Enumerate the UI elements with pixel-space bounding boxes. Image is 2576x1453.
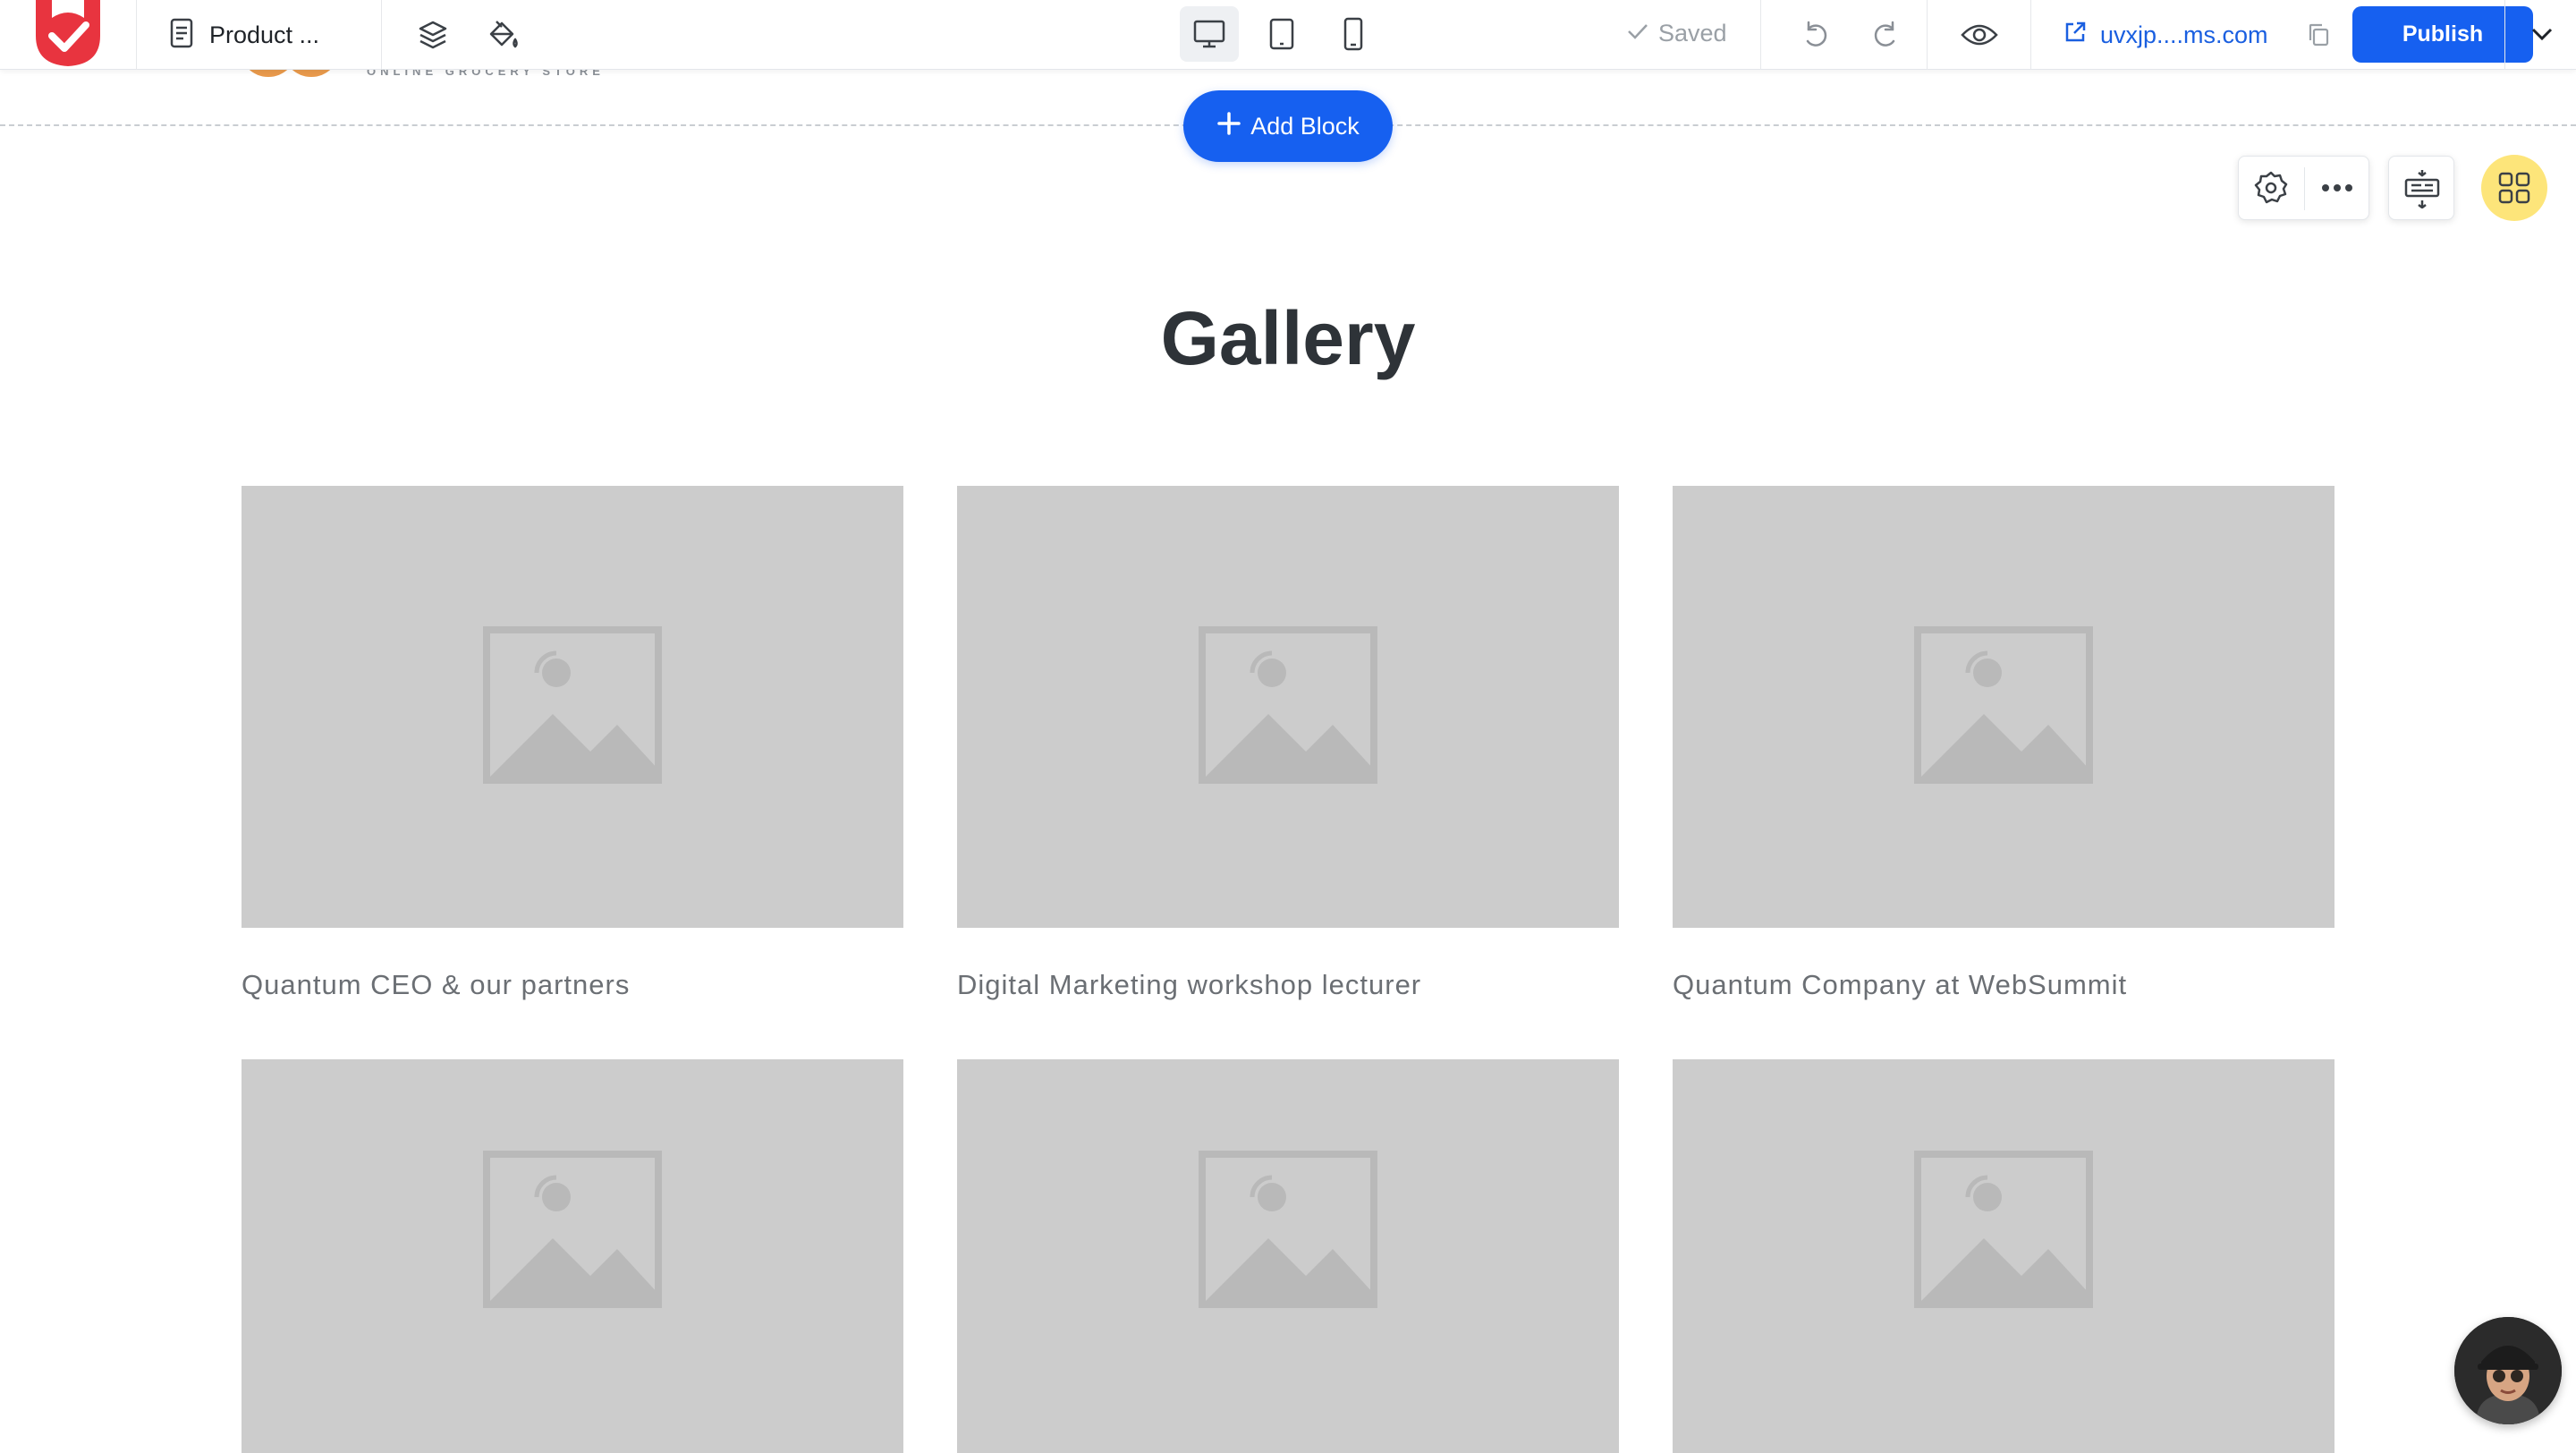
gallery-caption: Quantum Company at WebSummit xyxy=(1673,969,2128,1000)
block-toolbar xyxy=(2238,156,2369,220)
mobile-icon xyxy=(1343,17,1364,51)
toolbar-divider xyxy=(136,0,137,70)
undo-button[interactable] xyxy=(1794,14,1837,55)
chevron-down-icon xyxy=(2530,27,2554,41)
add-block-label: Add Block xyxy=(1250,112,1360,140)
support-chat-avatar[interactable] xyxy=(2454,1317,2562,1424)
layers-button[interactable] xyxy=(411,14,454,55)
gallery-item[interactable] xyxy=(1673,1059,2334,1453)
gallery-item[interactable]: Quantum CEO & our partners xyxy=(242,486,903,1001)
toolbar-divider xyxy=(1760,0,1761,70)
check-icon xyxy=(1626,20,1649,47)
image-placeholder-icon xyxy=(483,1150,662,1313)
tablet-icon xyxy=(1268,18,1295,50)
apps-button[interactable] xyxy=(2481,155,2547,221)
image-placeholder[interactable] xyxy=(1673,486,2334,928)
toolbar-divider xyxy=(1927,0,1928,70)
image-placeholder[interactable] xyxy=(242,1059,903,1453)
gallery-item[interactable]: Quantum Company at WebSummit xyxy=(1673,486,2334,1001)
preview-button[interactable] xyxy=(1955,13,2004,57)
add-block-button[interactable]: Add Block xyxy=(1183,90,1393,162)
gallery-item[interactable] xyxy=(957,1059,1619,1453)
publish-options-button[interactable] xyxy=(2522,14,2562,54)
toolbar-divider xyxy=(2504,0,2505,70)
toolbar-divider xyxy=(2030,0,2031,70)
copy-link-button[interactable] xyxy=(2301,18,2336,52)
eye-icon xyxy=(1961,22,1998,47)
block-settings-button[interactable] xyxy=(2244,162,2298,214)
layers-icon xyxy=(417,19,449,51)
mobile-view-button[interactable] xyxy=(1324,6,1383,62)
image-placeholder[interactable] xyxy=(242,486,903,928)
gallery-item[interactable] xyxy=(242,1059,903,1453)
image-placeholder-icon xyxy=(483,625,662,788)
image-placeholder-icon xyxy=(1914,1150,2093,1313)
gallery-item[interactable]: Digital Marketing workshop lecturer xyxy=(957,486,1619,1001)
gallery-caption: Digital Marketing workshop lecturer xyxy=(957,969,1422,1000)
block-more-button[interactable] xyxy=(2310,162,2364,214)
layout-icon xyxy=(2403,169,2441,213)
tablet-view-button[interactable] xyxy=(1252,6,1311,62)
image-placeholder[interactable] xyxy=(1673,1059,2334,1453)
image-placeholder-icon xyxy=(1914,625,2093,788)
paint-bucket-icon xyxy=(486,18,520,52)
redo-icon xyxy=(1870,20,1901,50)
theme-button[interactable] xyxy=(481,14,524,55)
page-selector[interactable]: Product ... xyxy=(170,13,319,57)
save-status: Saved xyxy=(1626,20,1727,47)
saved-label: Saved xyxy=(1658,20,1727,47)
block-layout-button[interactable] xyxy=(2388,156,2454,220)
image-placeholder[interactable] xyxy=(957,486,1619,928)
domain-text: uvxjp....ms.com xyxy=(2100,21,2268,48)
publish-button[interactable]: Publish xyxy=(2352,6,2533,63)
desktop-view-button[interactable] xyxy=(1180,6,1239,62)
more-icon xyxy=(2321,183,2353,192)
image-placeholder-icon xyxy=(1199,625,1377,788)
page-name: Product ... xyxy=(209,21,320,48)
toolbar-divider xyxy=(381,0,382,70)
redo-button[interactable] xyxy=(1864,14,1907,55)
apps-grid-icon xyxy=(2498,172,2530,208)
image-placeholder[interactable] xyxy=(957,1059,1619,1453)
editor-toolbar: Product ... Saved uvxjp....ms.com Publis… xyxy=(0,0,2576,70)
undo-icon xyxy=(1801,20,1831,50)
site-domain-link[interactable]: uvxjp....ms.com xyxy=(2063,20,2268,51)
gallery-title: Gallery xyxy=(1160,296,1416,380)
desktop-icon xyxy=(1192,19,1226,49)
page-icon xyxy=(170,18,193,53)
image-placeholder-icon xyxy=(1199,1150,1377,1313)
copy-icon xyxy=(2307,22,2330,47)
external-link-icon xyxy=(2063,20,2088,51)
logo-icon[interactable] xyxy=(32,0,104,68)
block-toolbar-divider xyxy=(2304,167,2305,210)
gallery-caption: Quantum CEO & our partners xyxy=(242,969,631,1000)
plus-icon xyxy=(1216,111,1241,142)
gear-icon xyxy=(2253,170,2289,206)
